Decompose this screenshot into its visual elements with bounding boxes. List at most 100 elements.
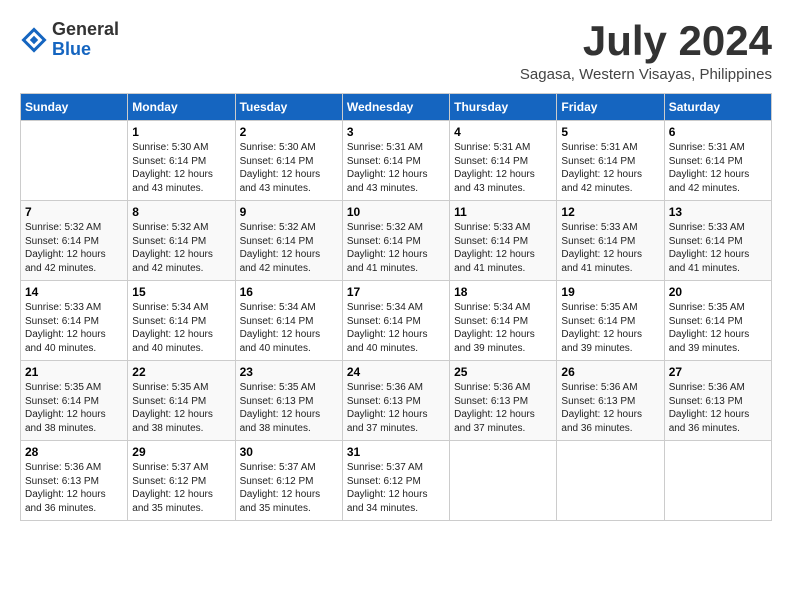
day-info: Sunrise: 5:34 AM Sunset: 6:14 PM Dayligh… bbox=[240, 301, 338, 355]
calendar-cell: 15Sunrise: 5:34 AM Sunset: 6:14 PM Dayli… bbox=[128, 281, 235, 361]
day-info: Sunrise: 5:35 AM Sunset: 6:14 PM Dayligh… bbox=[669, 301, 767, 355]
day-number: 8 bbox=[132, 205, 230, 219]
day-info: Sunrise: 5:32 AM Sunset: 6:14 PM Dayligh… bbox=[132, 221, 230, 275]
day-info: Sunrise: 5:33 AM Sunset: 6:14 PM Dayligh… bbox=[561, 221, 659, 275]
calendar-cell: 10 Sunrise: 5:32 AM Sunset: 6:14 PM Dayli… bbox=[342, 201, 449, 281]
header-tuesday: Tuesday bbox=[235, 94, 342, 121]
calendar-cell bbox=[450, 441, 557, 521]
day-info: Sunrise: 5:33 AM Sunset: 6:14 PM Dayligh… bbox=[454, 221, 552, 275]
logo-general-text: General bbox=[52, 20, 119, 40]
day-info: Sunrise: 5:36 AM Sunset: 6:13 PM Dayligh… bbox=[25, 461, 123, 515]
day-number: 4 bbox=[454, 125, 552, 139]
calendar-cell: 27 Sunrise: 5:36 AM Sunset: 6:13 PM Dayli… bbox=[664, 361, 771, 441]
day-info: Sunrise: 5:34 AM Sunset: 6:14 PM Dayligh… bbox=[347, 301, 445, 355]
day-info: Sunrise: 5:34 AM Sunset: 6:14 PM Dayligh… bbox=[132, 301, 230, 355]
day-info: Sunrise: 5:33 AM Sunset: 6:14 PM Dayligh… bbox=[25, 301, 123, 355]
day-number: 24 bbox=[347, 365, 445, 379]
calendar-cell: 19Sunrise: 5:35 AM Sunset: 6:14 PM Dayli… bbox=[557, 281, 664, 361]
day-number: 17 bbox=[347, 285, 445, 299]
day-info: Sunrise: 5:36 AM Sunset: 6:13 PM Dayligh… bbox=[669, 381, 767, 435]
header-thursday: Thursday bbox=[450, 94, 557, 121]
day-number: 14 bbox=[25, 285, 123, 299]
day-info: Sunrise: 5:37 AM Sunset: 6:12 PM Dayligh… bbox=[347, 461, 445, 515]
calendar-cell: 21Sunrise: 5:35 AM Sunset: 6:14 PM Dayli… bbox=[21, 361, 128, 441]
calendar-cell bbox=[557, 441, 664, 521]
day-number: 6 bbox=[669, 125, 767, 139]
calendar-cell: 17 Sunrise: 5:34 AM Sunset: 6:14 PM Dayli… bbox=[342, 281, 449, 361]
day-info: Sunrise: 5:30 AM Sunset: 6:14 PM Dayligh… bbox=[132, 141, 230, 195]
month-title: July 2024 bbox=[520, 20, 772, 62]
day-info: Sunrise: 5:31 AM Sunset: 6:14 PM Dayligh… bbox=[454, 141, 552, 195]
calendar-cell: 29Sunrise: 5:37 AM Sunset: 6:12 PM Dayli… bbox=[128, 441, 235, 521]
calendar-cell: 3 Sunrise: 5:31 AM Sunset: 6:14 PM Daylig… bbox=[342, 121, 449, 201]
calendar-cell: 23 Sunrise: 5:35 AM Sunset: 6:13 PM Dayli… bbox=[235, 361, 342, 441]
header-wednesday: Wednesday bbox=[342, 94, 449, 121]
calendar-cell: 13Sunrise: 5:33 AM Sunset: 6:14 PM Dayli… bbox=[664, 201, 771, 281]
day-number: 9 bbox=[240, 205, 338, 219]
day-number: 11 bbox=[454, 205, 552, 219]
day-number: 5 bbox=[561, 125, 659, 139]
day-info: Sunrise: 5:32 AM Sunset: 6:14 PM Dayligh… bbox=[240, 221, 338, 275]
day-info: Sunrise: 5:36 AM Sunset: 6:13 PM Dayligh… bbox=[454, 381, 552, 435]
page-header: General Blue July 2024 Sagasa, Western V… bbox=[20, 20, 772, 83]
calendar-cell bbox=[664, 441, 771, 521]
calendar-header: SundayMondayTuesdayWednesdayThursdayFrid… bbox=[21, 94, 772, 121]
day-number: 27 bbox=[669, 365, 767, 379]
location: Sagasa, Western Visayas, Philippines bbox=[520, 66, 772, 83]
calendar-cell: 22Sunrise: 5:35 AM Sunset: 6:14 PM Dayli… bbox=[128, 361, 235, 441]
day-info: Sunrise: 5:37 AM Sunset: 6:12 PM Dayligh… bbox=[240, 461, 338, 515]
logo-blue-text: Blue bbox=[52, 40, 119, 60]
day-info: Sunrise: 5:31 AM Sunset: 6:14 PM Dayligh… bbox=[347, 141, 445, 195]
week-row-1: 7 Sunrise: 5:32 AM Sunset: 6:14 PM Daylig… bbox=[21, 201, 772, 281]
header-monday: Monday bbox=[128, 94, 235, 121]
title-block: July 2024 Sagasa, Western Visayas, Phili… bbox=[520, 20, 772, 83]
calendar-cell: 8 Sunrise: 5:32 AM Sunset: 6:14 PM Daylig… bbox=[128, 201, 235, 281]
day-number: 23 bbox=[240, 365, 338, 379]
day-number: 10 bbox=[347, 205, 445, 219]
week-row-3: 21Sunrise: 5:35 AM Sunset: 6:14 PM Dayli… bbox=[21, 361, 772, 441]
week-row-4: 28Sunrise: 5:36 AM Sunset: 6:13 PM Dayli… bbox=[21, 441, 772, 521]
calendar-cell: 24 Sunrise: 5:36 AM Sunset: 6:13 PM Dayli… bbox=[342, 361, 449, 441]
day-number: 13 bbox=[669, 205, 767, 219]
calendar-cell bbox=[21, 121, 128, 201]
day-info: Sunrise: 5:36 AM Sunset: 6:13 PM Dayligh… bbox=[561, 381, 659, 435]
day-info: Sunrise: 5:35 AM Sunset: 6:14 PM Dayligh… bbox=[132, 381, 230, 435]
calendar-table: SundayMondayTuesdayWednesdayThursdayFrid… bbox=[20, 93, 772, 521]
day-number: 25 bbox=[454, 365, 552, 379]
calendar-cell: 11 Sunrise: 5:33 AM Sunset: 6:14 PM Dayli… bbox=[450, 201, 557, 281]
day-number: 2 bbox=[240, 125, 338, 139]
calendar-cell: 25 Sunrise: 5:36 AM Sunset: 6:13 PM Dayli… bbox=[450, 361, 557, 441]
calendar-cell: 1 Sunrise: 5:30 AM Sunset: 6:14 PM Daylig… bbox=[128, 121, 235, 201]
calendar-cell: 31 Sunrise: 5:37 AM Sunset: 6:12 PM Dayli… bbox=[342, 441, 449, 521]
day-number: 20 bbox=[669, 285, 767, 299]
week-row-2: 14 Sunrise: 5:33 AM Sunset: 6:14 PM Dayli… bbox=[21, 281, 772, 361]
day-number: 7 bbox=[25, 205, 123, 219]
header-row: SundayMondayTuesdayWednesdayThursdayFrid… bbox=[21, 94, 772, 121]
calendar-cell: 4 Sunrise: 5:31 AM Sunset: 6:14 PM Daylig… bbox=[450, 121, 557, 201]
day-number: 18 bbox=[454, 285, 552, 299]
day-info: Sunrise: 5:30 AM Sunset: 6:14 PM Dayligh… bbox=[240, 141, 338, 195]
day-info: Sunrise: 5:32 AM Sunset: 6:14 PM Dayligh… bbox=[347, 221, 445, 275]
day-info: Sunrise: 5:36 AM Sunset: 6:13 PM Dayligh… bbox=[347, 381, 445, 435]
day-info: Sunrise: 5:35 AM Sunset: 6:14 PM Dayligh… bbox=[25, 381, 123, 435]
calendar-cell: 6 Sunrise: 5:31 AM Sunset: 6:14 PM Daylig… bbox=[664, 121, 771, 201]
calendar-cell: 5Sunrise: 5:31 AM Sunset: 6:14 PM Daylig… bbox=[557, 121, 664, 201]
day-number: 1 bbox=[132, 125, 230, 139]
calendar-cell: 20 Sunrise: 5:35 AM Sunset: 6:14 PM Dayli… bbox=[664, 281, 771, 361]
day-info: Sunrise: 5:31 AM Sunset: 6:14 PM Dayligh… bbox=[669, 141, 767, 195]
header-saturday: Saturday bbox=[664, 94, 771, 121]
day-info: Sunrise: 5:35 AM Sunset: 6:13 PM Dayligh… bbox=[240, 381, 338, 435]
day-info: Sunrise: 5:35 AM Sunset: 6:14 PM Dayligh… bbox=[561, 301, 659, 355]
logo: General Blue bbox=[20, 20, 119, 60]
day-number: 31 bbox=[347, 445, 445, 459]
day-info: Sunrise: 5:37 AM Sunset: 6:12 PM Dayligh… bbox=[132, 461, 230, 515]
header-sunday: Sunday bbox=[21, 94, 128, 121]
calendar-cell: 12Sunrise: 5:33 AM Sunset: 6:14 PM Dayli… bbox=[557, 201, 664, 281]
logo-text: General Blue bbox=[52, 20, 119, 60]
day-number: 3 bbox=[347, 125, 445, 139]
calendar-cell: 7Sunrise: 5:32 AM Sunset: 6:14 PM Daylig… bbox=[21, 201, 128, 281]
header-friday: Friday bbox=[557, 94, 664, 121]
day-number: 30 bbox=[240, 445, 338, 459]
calendar-cell: 26Sunrise: 5:36 AM Sunset: 6:13 PM Dayli… bbox=[557, 361, 664, 441]
calendar-cell: 14 Sunrise: 5:33 AM Sunset: 6:14 PM Dayli… bbox=[21, 281, 128, 361]
